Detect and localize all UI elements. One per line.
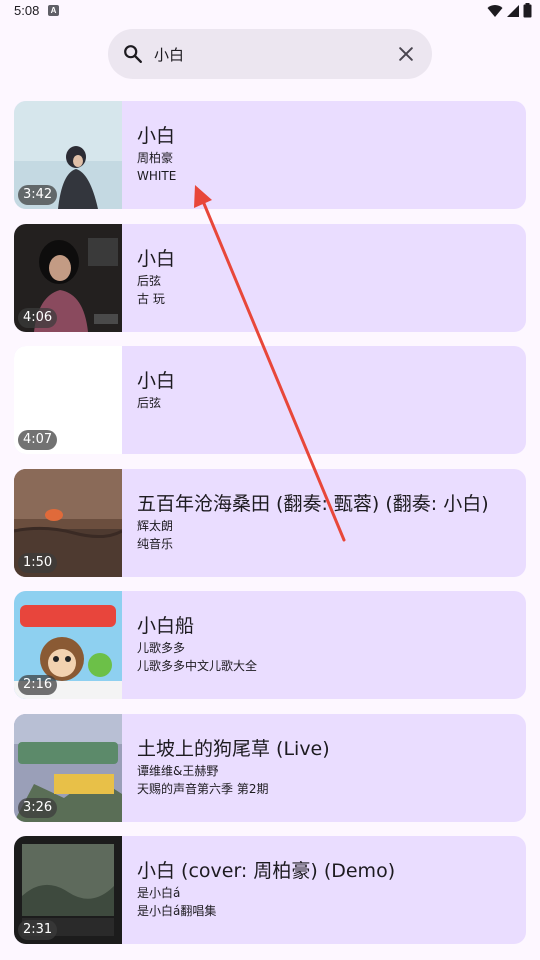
song-title: 小白 [137,125,176,147]
result-item[interactable]: 3:42 小白 周柏豪 WHITE [14,101,526,209]
album-art: 1:50 [14,468,122,577]
song-title: 小白 [137,247,176,270]
song-artist: 辉太朗 [137,518,174,533]
wifi-icon [487,4,503,17]
status-icons [487,3,532,18]
song-title: 小白船 [137,615,195,637]
battery-icon [523,3,532,18]
song-album: 天赐的声音第六季 第2期 [137,781,269,796]
search-icon[interactable] [122,43,144,65]
song-artist: 是小白á [137,886,181,900]
album-art: 3:26 [14,713,122,822]
result-item[interactable]: 4:06 小白 后弦 古 玩 [14,223,526,332]
album-art: 3:42 [14,101,122,209]
search-bar[interactable] [108,29,432,79]
result-item[interactable]: 2:31 小白 (cover: 周柏豪) (Demo) 是小白á 是小白á翻唱集 [14,836,526,944]
album-art: 2:31 [14,836,122,944]
result-item[interactable]: 2:16 小白船 儿歌多多 儿歌多多中文儿歌大全 [14,591,526,699]
song-artist: 后弦 [137,273,162,288]
album-art: 4:07 [14,346,122,454]
notification-icon: A [48,5,59,16]
album-art: 2:16 [14,591,122,699]
result-list: 3:42 小白 周柏豪 WHITE 4:06 小白 后弦 古 玩 4:07 小白… [14,101,526,959]
result-item[interactable]: 3:26 土坡上的狗尾草 (Live) 谭维维&王赫野 天赐的声音第六季 第2期 [14,713,526,822]
song-title: 五百年沧海桑田 (翻奏: 甄蓉) (翻奏: 小白) [137,492,489,515]
duration-badge: 2:31 [18,920,58,940]
duration-badge: 1:50 [18,552,58,573]
song-album: WHITE [137,169,177,183]
song-artist: 谭维维&王赫野 [137,763,219,778]
duration-badge: 3:26 [18,797,58,818]
signal-icon [507,4,519,17]
song-artist: 周柏豪 [137,151,174,165]
song-artist: 儿歌多多 [137,641,186,655]
status-time: 5:08 [14,3,40,18]
song-title: 小白 [137,370,176,392]
song-title: 小白 (cover: 周柏豪) (Demo) [137,860,396,882]
status-bar: 5:08 A [0,0,540,24]
album-art: 4:06 [14,223,122,332]
song-title: 土坡上的狗尾草 (Live) [137,737,330,760]
clear-icon[interactable] [396,44,416,64]
result-item[interactable]: 4:07 小白 后弦 [14,346,526,454]
duration-badge: 4:06 [18,307,58,328]
song-album: 是小白á翻唱集 [137,904,217,918]
song-album: 纯音乐 [137,536,174,551]
duration-badge: 4:07 [18,430,58,450]
duration-badge: 2:16 [18,675,58,695]
duration-badge: 3:42 [18,185,58,205]
search-input[interactable] [154,43,374,65]
song-artist: 后弦 [137,396,162,410]
song-album: 古 玩 [137,291,165,306]
song-album: 儿歌多多中文儿歌大全 [137,659,258,673]
result-item[interactable]: 1:50 五百年沧海桑田 (翻奏: 甄蓉) (翻奏: 小白) 辉太朗 纯音乐 [14,468,526,577]
